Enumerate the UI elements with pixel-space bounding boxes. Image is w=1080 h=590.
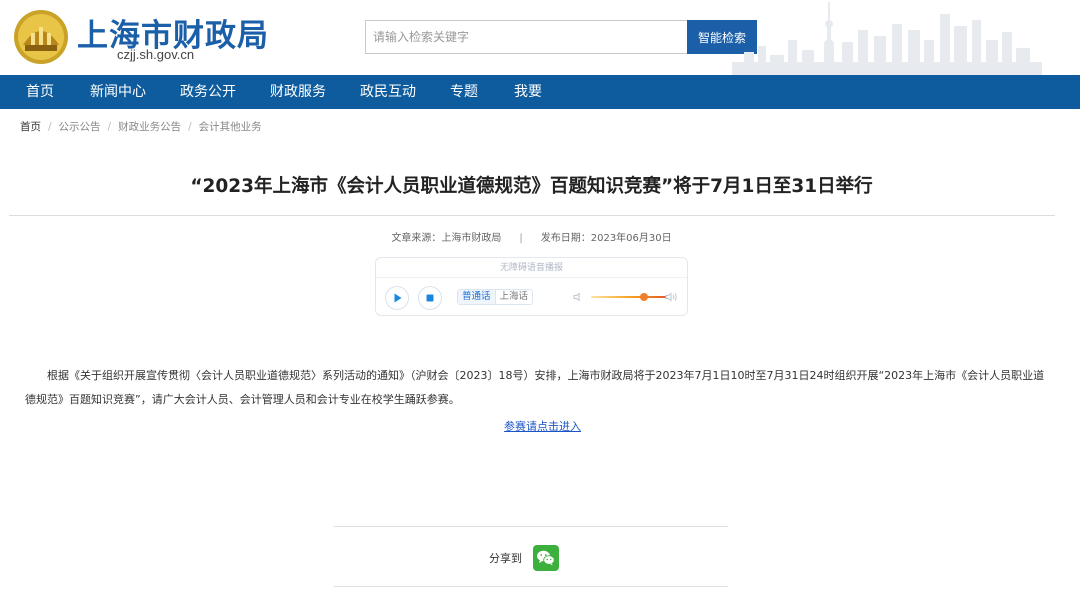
breadcrumb-item-accounting-other[interactable]: 会计其他业务: [199, 121, 262, 133]
nav-item-public-interaction[interactable]: 政民互动: [360, 75, 416, 109]
site-domain: czjj.sh.gov.cn: [117, 47, 195, 62]
meta-divider: |: [519, 233, 523, 244]
competition-entry-link: 参赛请点击进入: [0, 418, 1080, 434]
play-button[interactable]: [385, 286, 409, 310]
lang-mandarin-option[interactable]: 普通话: [458, 290, 495, 304]
share-label: 分享到: [489, 552, 522, 565]
breadcrumb-item-notices[interactable]: 公示公告: [59, 121, 101, 133]
share-divider-top: [334, 526, 728, 527]
breadcrumb-item-finance-notices[interactable]: 财政业务公告: [118, 121, 181, 133]
search-input[interactable]: [365, 20, 688, 54]
stop-icon: [426, 294, 434, 302]
volume-high-icon[interactable]: [665, 291, 679, 303]
article-date: 发布日期：2023年06月30日: [540, 233, 672, 244]
site-header: 上海市财政局 czjj.sh.gov.cn 智能检索: [0, 0, 1080, 75]
nav-item-finance-services[interactable]: 财政服务: [270, 75, 326, 109]
wechat-glyph-icon: [537, 550, 555, 566]
volume-slider-handle[interactable]: [639, 293, 648, 301]
lang-shanghainese-option[interactable]: 上海话: [494, 290, 533, 304]
breadcrumb-separator: /: [188, 121, 192, 133]
share-divider-bottom: [334, 586, 728, 587]
breadcrumb-separator: /: [107, 121, 112, 133]
breadcrumb-item-home[interactable]: 首页: [20, 121, 41, 133]
wechat-icon[interactable]: [533, 545, 559, 571]
breadcrumb: 首页 / 公示公告 / 财政业务公告 / 会计其他业务: [20, 119, 262, 134]
stop-button[interactable]: [418, 286, 442, 310]
nav-item-home[interactable]: 首页: [26, 75, 54, 109]
competition-entry-link-text[interactable]: 参赛请点击进入: [504, 420, 581, 433]
emblem-logo-icon[interactable]: [11, 9, 71, 65]
article-title: “2023年上海市《会计人员职业道德规范》百题知识竞赛”将于7月1日至31日举行: [190, 176, 873, 197]
main-nav: 首页 新闻中心 政务公开 财政服务 政民互动 专题 我要: [0, 75, 1080, 109]
audio-player-title: 无障碍语音播报: [376, 258, 687, 278]
nav-item-i-want[interactable]: 我要: [514, 75, 542, 109]
title-divider: [9, 215, 1055, 216]
volume-low-icon[interactable]: [572, 291, 584, 303]
volume-slider[interactable]: [591, 296, 666, 298]
article-body: 根据《关于组织开展宣传贯彻〈会计人员职业道德规范〉系列活动的通知》（沪财会〔20…: [25, 369, 1045, 406]
article-source: 文章来源：上海市财政局: [391, 233, 502, 244]
nav-item-topics[interactable]: 专题: [450, 75, 478, 109]
breadcrumb-separator: /: [48, 121, 52, 133]
nav-item-news[interactable]: 新闻中心: [90, 75, 146, 109]
nav-item-government-affairs[interactable]: 政务公开: [180, 75, 236, 109]
article-meta: 文章来源：上海市财政局 | 发布日期：2023年06月30日: [0, 229, 1063, 244]
city-skyline-image: [732, 2, 1042, 75]
play-icon: [394, 293, 402, 303]
language-toggle: 普通话 上海话: [457, 289, 534, 305]
audio-player: 无障碍语音播报 普通话 上海话: [375, 257, 688, 316]
